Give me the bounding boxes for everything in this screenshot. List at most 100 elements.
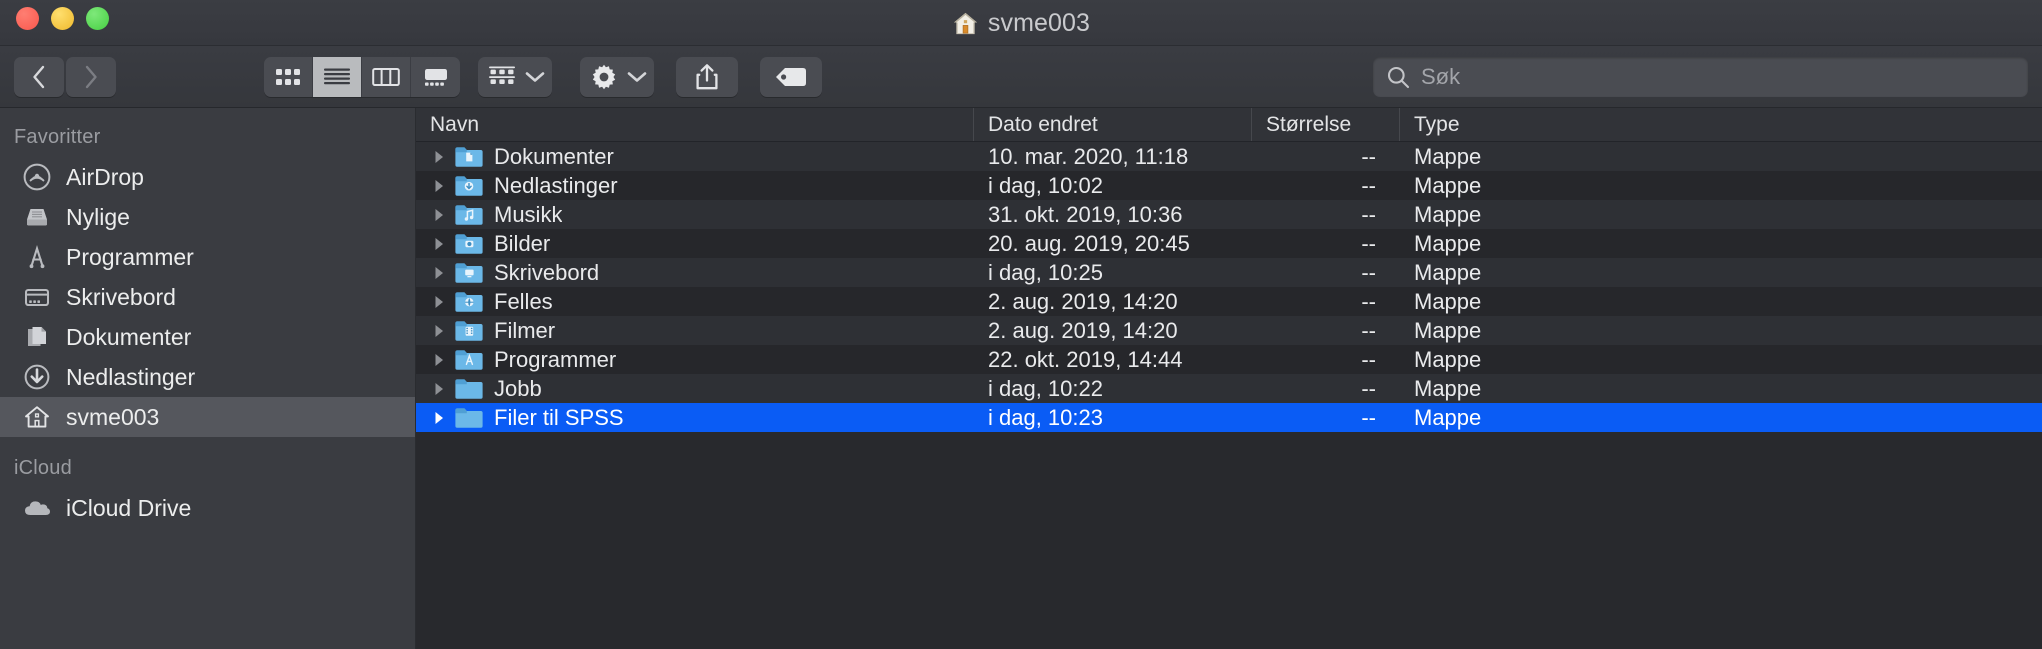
disclosure-triangle-icon[interactable] xyxy=(424,207,454,223)
sidebar-item-dokumenter[interactable]: Dokumenter xyxy=(0,317,415,357)
sidebar-item-skrivebord[interactable]: Skrivebord xyxy=(0,277,415,317)
zoom-button[interactable] xyxy=(86,7,109,30)
column-view-button[interactable] xyxy=(362,56,411,97)
file-size-cell: -- xyxy=(1361,230,1376,256)
file-date-cell: i dag, 10:22 xyxy=(988,375,1103,401)
file-name-cell: Filmer xyxy=(416,318,974,344)
folder-documents-icon xyxy=(454,144,494,170)
sidebar-item-nedlastinger[interactable]: Nedlastinger xyxy=(0,357,415,397)
column-header-storrelse[interactable]: Størrelse xyxy=(1252,108,1400,141)
sidebar-item-label: svme003 xyxy=(66,403,160,430)
navigation-buttons xyxy=(14,56,116,97)
table-row[interactable]: Felles 2. aug. 2019, 14:20 -- Mappe xyxy=(416,287,2042,316)
minimize-button[interactable] xyxy=(51,7,74,30)
file-type-cell: Mappe xyxy=(1414,346,1482,372)
traffic-lights xyxy=(16,7,109,30)
file-size-cell: -- xyxy=(1361,346,1376,372)
table-row[interactable]: Programmer 22. okt. 2019, 14:44 -- Mappe xyxy=(416,345,2042,374)
search-icon xyxy=(1387,66,1410,88)
file-date-cell: i dag, 10:25 xyxy=(988,259,1103,285)
disclosure-triangle-icon[interactable] xyxy=(424,236,454,252)
file-type-cell: Mappe xyxy=(1414,317,1482,343)
folder-movies-icon xyxy=(454,318,494,344)
file-list: Navn Dato endret Størrelse Type Dokument… xyxy=(416,108,2042,649)
table-row[interactable]: Musikk 31. okt. 2019, 10:36 -- Mappe xyxy=(416,200,2042,229)
table-row[interactable]: Bilder 20. aug. 2019, 20:45 -- Mappe xyxy=(416,229,2042,258)
forward-button[interactable] xyxy=(66,56,116,97)
chevron-down-icon xyxy=(627,71,647,82)
columns-icon xyxy=(372,67,400,86)
icon-view-button[interactable] xyxy=(264,56,313,97)
sidebar-item-label: AirDrop xyxy=(66,163,144,190)
window-title-group: svme003 xyxy=(0,0,2042,46)
sidebar-item-icloud-drive[interactable]: iCloud Drive xyxy=(0,488,415,528)
file-date-cell: 20. aug. 2019, 20:45 xyxy=(988,230,1190,256)
sidebar-item-programmer[interactable]: Programmer xyxy=(0,237,415,277)
sidebar-item-label: Nedlastinger xyxy=(66,363,196,390)
file-type-cell: Mappe xyxy=(1414,404,1482,430)
folder-plain-icon xyxy=(454,376,494,402)
table-row[interactable]: Jobb i dag, 10:22 -- Mappe xyxy=(416,374,2042,403)
table-row[interactable]: Filer til SPSS i dag, 10:23 -- Mappe xyxy=(416,403,2042,432)
column-header-dato[interactable]: Dato endret xyxy=(974,108,1252,141)
file-name-cell: Felles xyxy=(416,289,974,315)
desktop-icon xyxy=(22,282,52,312)
sidebar-item-nylige[interactable]: Nylige xyxy=(0,197,415,237)
file-date-cell: 2. aug. 2019, 14:20 xyxy=(988,288,1178,314)
file-size-cell: -- xyxy=(1361,288,1376,314)
search-placeholder: Søk xyxy=(1421,64,1461,89)
icloud-icon xyxy=(22,493,52,523)
action-gear-button[interactable] xyxy=(580,56,654,97)
sidebar-item-svme003[interactable]: svme003 xyxy=(0,397,415,437)
file-size-cell: -- xyxy=(1361,317,1376,343)
grid-icon xyxy=(276,68,300,85)
file-name-cell: Nedlastinger xyxy=(416,173,974,199)
file-name: Nedlastinger xyxy=(494,172,618,198)
gallery-icon xyxy=(424,68,447,86)
column-header-navn[interactable]: Navn xyxy=(416,108,974,141)
applications-icon xyxy=(22,242,52,272)
disclosure-triangle-icon[interactable] xyxy=(424,381,454,397)
file-name: Jobb xyxy=(494,375,542,401)
disclosure-triangle-icon[interactable] xyxy=(424,178,454,194)
file-type-cell: Mappe xyxy=(1414,259,1482,285)
disclosure-triangle-icon[interactable] xyxy=(424,352,454,368)
chevron-down-icon xyxy=(525,71,545,82)
table-row[interactable]: Dokumenter 10. mar. 2020, 11:18 -- Mappe xyxy=(416,142,2042,171)
file-name-cell: Jobb xyxy=(416,376,974,402)
file-name: Musikk xyxy=(494,201,563,227)
sidebar-item-label: Skrivebord xyxy=(66,283,176,310)
column-header-type[interactable]: Type xyxy=(1400,108,2042,141)
close-button[interactable] xyxy=(16,7,39,30)
share-button[interactable] xyxy=(676,56,738,97)
list-view-button[interactable] xyxy=(313,56,362,97)
table-row[interactable]: Filmer 2. aug. 2019, 14:20 -- Mappe xyxy=(416,316,2042,345)
disclosure-triangle-icon[interactable] xyxy=(424,323,454,339)
view-mode-segmented-control[interactable] xyxy=(264,56,460,97)
folder-pictures-icon xyxy=(454,231,494,257)
tag-button[interactable] xyxy=(760,56,822,97)
file-size-cell: -- xyxy=(1361,143,1376,169)
gallery-view-button[interactable] xyxy=(411,56,460,97)
folder-music-icon xyxy=(454,202,494,228)
file-name: Dokumenter xyxy=(494,143,614,169)
disclosure-triangle-icon[interactable] xyxy=(424,265,454,281)
list-lines-icon xyxy=(324,68,350,84)
sidebar-item-label: iCloud Drive xyxy=(66,494,192,521)
back-button[interactable] xyxy=(14,56,64,97)
table-row[interactable]: Skrivebord i dag, 10:25 -- Mappe xyxy=(416,258,2042,287)
disclosure-triangle-icon[interactable] xyxy=(424,410,454,426)
disclosure-triangle-icon[interactable] xyxy=(424,294,454,310)
table-row[interactable]: Nedlastinger i dag, 10:02 -- Mappe xyxy=(416,171,2042,200)
group-items-button[interactable] xyxy=(478,56,552,97)
search-field[interactable]: Søk xyxy=(1373,57,2028,97)
file-name: Filmer xyxy=(494,317,556,343)
file-type-cell: Mappe xyxy=(1414,288,1482,314)
sidebar-item-airdrop[interactable]: AirDrop xyxy=(0,157,415,197)
file-name: Felles xyxy=(494,288,553,314)
disclosure-triangle-icon[interactable] xyxy=(424,149,454,165)
file-date-cell: i dag, 10:23 xyxy=(988,404,1103,430)
file-name-cell: Dokumenter xyxy=(416,144,974,170)
file-type-cell: Mappe xyxy=(1414,230,1482,256)
title-bar: svme003 xyxy=(0,0,2042,46)
